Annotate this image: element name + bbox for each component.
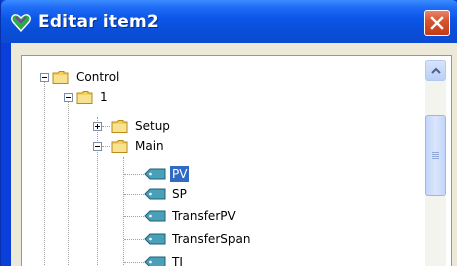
- tree-content: Control 1 Setup Main PV SP TransferPV Tr…: [22, 56, 422, 266]
- tree-node-label: TransferPV: [172, 209, 236, 223]
- expand-toggle[interactable]: [93, 122, 102, 131]
- folder-icon: [111, 119, 128, 133]
- window-frame-left: [1, 43, 11, 266]
- window-title: Editar item2: [38, 12, 159, 32]
- grip-icon: [432, 151, 439, 160]
- close-icon: [430, 16, 444, 30]
- heart-badge-icon: [11, 14, 31, 33]
- tree-line: [124, 262, 144, 263]
- tree-node-control[interactable]: Control: [52, 67, 121, 87]
- tree-node-label: Main: [135, 139, 164, 153]
- dialog-window: Editar item2 Control 1 Setup Main PV SP …: [0, 0, 457, 266]
- tree-line: [68, 97, 69, 266]
- tree-line: [124, 194, 144, 195]
- chevron-up-icon: [430, 67, 441, 74]
- tree-line: [97, 117, 98, 266]
- tree-line: [124, 216, 144, 217]
- collapse-toggle[interactable]: [93, 142, 102, 151]
- tree-node-label: TI: [172, 255, 183, 266]
- tree-line: [124, 174, 144, 175]
- tree-node-label: Control: [76, 70, 120, 84]
- tree-view[interactable]: Control 1 Setup Main PV SP TransferPV Tr…: [21, 55, 452, 266]
- scroll-thumb[interactable]: [425, 115, 446, 196]
- tree-node-label: PV: [170, 166, 190, 182]
- tree-node-label: SP: [172, 187, 187, 201]
- tree-node-pv[interactable]: PV: [144, 164, 190, 184]
- tree-node-setup[interactable]: Setup: [111, 116, 172, 136]
- tree-line: [102, 146, 110, 147]
- folder-open-icon: [76, 90, 93, 104]
- folder-open-icon: [111, 139, 128, 153]
- tree-node-label: TransferSpan: [172, 232, 251, 246]
- collapse-toggle[interactable]: [64, 93, 73, 102]
- tag-icon: [144, 210, 166, 222]
- tree-line: [44, 77, 45, 266]
- folder-open-icon: [52, 70, 69, 84]
- tree-node-main[interactable]: Main: [111, 136, 166, 156]
- tree-line: [102, 126, 110, 127]
- tag-icon: [144, 233, 166, 245]
- tag-icon: [144, 188, 166, 200]
- collapse-toggle[interactable]: [40, 73, 49, 82]
- tree-node-transferpv[interactable]: TransferPV: [144, 206, 238, 226]
- tree-node-label: 1: [100, 90, 108, 104]
- tree-node-label: Setup: [135, 119, 170, 133]
- tree-node-transferspan[interactable]: TransferSpan: [144, 229, 252, 249]
- scroll-up-button[interactable]: [425, 60, 446, 81]
- tree-node-ti[interactable]: TI: [144, 252, 185, 266]
- tree-node-1[interactable]: 1: [76, 87, 110, 107]
- tree-line: [124, 239, 144, 240]
- tag-icon: [144, 168, 166, 180]
- vertical-scrollbar[interactable]: [425, 60, 446, 266]
- tree-node-sp[interactable]: SP: [144, 184, 189, 204]
- tag-icon: [144, 256, 166, 266]
- title-bar[interactable]: Editar item2: [1, 0, 457, 43]
- close-button[interactable]: [424, 10, 450, 36]
